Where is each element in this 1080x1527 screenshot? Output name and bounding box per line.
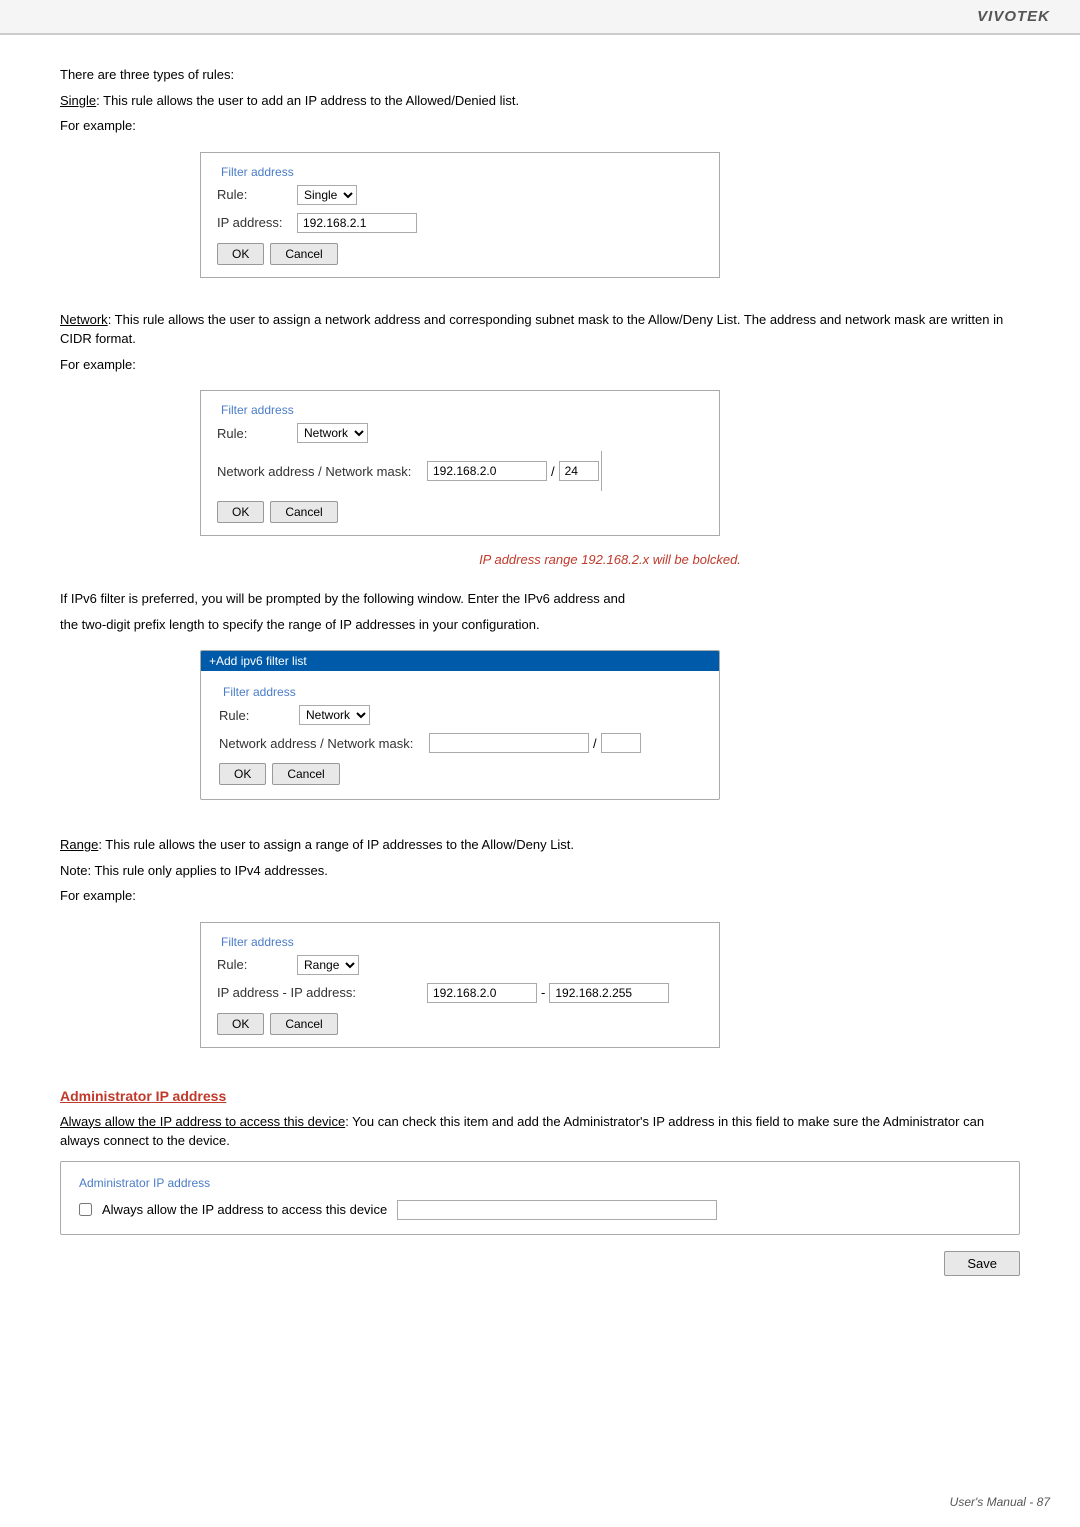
rule-select-range[interactable]: Range bbox=[297, 955, 359, 975]
mask-input-ipv6[interactable] bbox=[601, 733, 641, 753]
rule-select-ipv6[interactable]: Network bbox=[299, 705, 370, 725]
cancel-button-network[interactable]: Cancel bbox=[270, 501, 337, 523]
admin-legend: Administrator IP address bbox=[79, 1176, 1001, 1190]
save-button[interactable]: Save bbox=[944, 1251, 1020, 1276]
btn-row-ipv6: OK Cancel bbox=[219, 763, 701, 785]
ipv6-section: If IPv6 filter is preferred, you will be… bbox=[60, 589, 1020, 813]
ipv6-intro-1: If IPv6 filter is preferred, you will be… bbox=[60, 589, 1020, 609]
single-term: Single bbox=[60, 93, 96, 108]
ipv6-intro-2: the two-digit prefix length to specify t… bbox=[60, 615, 1020, 635]
save-row: Save bbox=[60, 1251, 1020, 1276]
filter-address-box-network: Filter address Rule: Network Network add… bbox=[200, 390, 720, 536]
btn-row-network: OK Cancel bbox=[217, 501, 703, 523]
filter-legend-3: Filter address bbox=[217, 935, 703, 949]
always-term: Always allow the IP address to access th… bbox=[60, 1114, 345, 1129]
network-description: Network: This rule allows the user to as… bbox=[60, 310, 1020, 349]
footer-text: User's Manual - 87 bbox=[950, 1495, 1050, 1509]
admin-description: Always allow the IP address to access th… bbox=[60, 1112, 1020, 1151]
range-term: Range bbox=[60, 837, 98, 852]
rule-label-1: Rule: bbox=[217, 187, 297, 202]
admin-row: Always allow the IP address to access th… bbox=[79, 1200, 1001, 1220]
cancel-button-single[interactable]: Cancel bbox=[270, 243, 337, 265]
net-label-ipv6: Network address / Network mask: bbox=[219, 736, 429, 751]
filter-legend-2: Filter address bbox=[217, 403, 703, 417]
btn-row-single: OK Cancel bbox=[217, 243, 703, 265]
ipv6-dialog-title: +Add ipv6 filter list bbox=[201, 651, 719, 671]
single-description: Single: This rule allows the user to add… bbox=[60, 91, 1020, 111]
admin-section: Administrator IP address Always allow th… bbox=[60, 1088, 1020, 1276]
btn-row-range: OK Cancel bbox=[217, 1013, 703, 1035]
ip-input-single[interactable] bbox=[297, 213, 417, 233]
ok-button-network[interactable]: OK bbox=[217, 501, 264, 523]
rule-label-2: Rule: bbox=[217, 426, 297, 441]
ok-button-range[interactable]: OK bbox=[217, 1013, 264, 1035]
rule-label-3: Rule: bbox=[217, 957, 297, 972]
net-input[interactable] bbox=[427, 461, 547, 481]
ok-button-ipv6[interactable]: OK bbox=[219, 763, 266, 785]
rule-select-single[interactable]: Single bbox=[297, 185, 357, 205]
range-note1: Note: This rule only applies to IPv4 add… bbox=[60, 861, 1020, 881]
ip-range-label: IP address - IP address: bbox=[217, 985, 427, 1000]
admin-ip-input[interactable] bbox=[397, 1200, 717, 1220]
filter-legend-ipv6: Filter address bbox=[219, 685, 701, 699]
for-example-3: For example: bbox=[60, 886, 1020, 906]
page-header: VIVOTEK bbox=[0, 0, 1080, 35]
network-term: Network bbox=[60, 312, 108, 327]
page-footer: User's Manual - 87 bbox=[950, 1495, 1050, 1509]
range-desc: : This rule allows the user to assign a … bbox=[98, 837, 574, 852]
net-label: Network address / Network mask: bbox=[217, 464, 427, 479]
admin-checkbox-label: Always allow the IP address to access th… bbox=[102, 1202, 387, 1217]
ip-range-note: IP address range 192.168.2.x will be bol… bbox=[200, 552, 1020, 567]
rule-row-range: Rule: Range bbox=[217, 955, 703, 975]
rule-label-ipv6: Rule: bbox=[219, 708, 299, 723]
ipv6-dialog-box: +Add ipv6 filter list Filter address Rul… bbox=[200, 650, 720, 800]
ok-button-single[interactable]: OK bbox=[217, 243, 264, 265]
range-section: Range: This rule allows the user to assi… bbox=[60, 835, 1020, 1058]
ip-range-row: IP address - IP address: - bbox=[217, 983, 703, 1003]
network-desc: : This rule allows the user to assign a … bbox=[60, 312, 1003, 347]
ipv6-inner: Filter address Rule: Network Network add… bbox=[201, 671, 719, 799]
rule-row-single: Rule: Single bbox=[217, 185, 703, 205]
intro-line1: There are three types of rules: bbox=[60, 65, 1020, 85]
vertical-divider bbox=[601, 451, 602, 491]
ip-row-single: IP address: bbox=[217, 213, 703, 233]
single-desc: : This rule allows the user to add an IP… bbox=[96, 93, 519, 108]
admin-ip-box: Administrator IP address Always allow th… bbox=[60, 1161, 1020, 1235]
admin-heading: Administrator IP address bbox=[60, 1088, 1020, 1104]
for-example-1: For example: bbox=[60, 116, 1020, 136]
admin-checkbox[interactable] bbox=[79, 1203, 92, 1216]
for-example-2: For example: bbox=[60, 355, 1020, 375]
net-mask-row-ipv6: Network address / Network mask: / bbox=[219, 733, 701, 753]
ip-label-1: IP address: bbox=[217, 215, 297, 230]
filter-address-box-single: Filter address Rule: Single IP address: … bbox=[200, 152, 720, 278]
range-description: Range: This rule allows the user to assi… bbox=[60, 835, 1020, 855]
rule-row-network: Rule: Network bbox=[217, 423, 703, 443]
cancel-button-range[interactable]: Cancel bbox=[270, 1013, 337, 1035]
rule-select-network[interactable]: Network bbox=[297, 423, 368, 443]
filter-legend-1: Filter address bbox=[217, 165, 703, 179]
mask-input[interactable] bbox=[559, 461, 599, 481]
rule-row-ipv6: Rule: Network bbox=[219, 705, 701, 725]
network-section: Network: This rule allows the user to as… bbox=[60, 310, 1020, 568]
cancel-button-ipv6[interactable]: Cancel bbox=[272, 763, 339, 785]
net-input-ipv6[interactable] bbox=[429, 733, 589, 753]
net-mask-row: Network address / Network mask: / bbox=[217, 451, 703, 491]
brand-logo: VIVOTEK bbox=[977, 8, 1050, 25]
ip-from-input[interactable] bbox=[427, 983, 537, 1003]
ip-to-input[interactable] bbox=[549, 983, 669, 1003]
filter-address-box-range: Filter address Rule: Range IP address - … bbox=[200, 922, 720, 1048]
page-content: There are three types of rules: Single: … bbox=[0, 35, 1080, 1336]
